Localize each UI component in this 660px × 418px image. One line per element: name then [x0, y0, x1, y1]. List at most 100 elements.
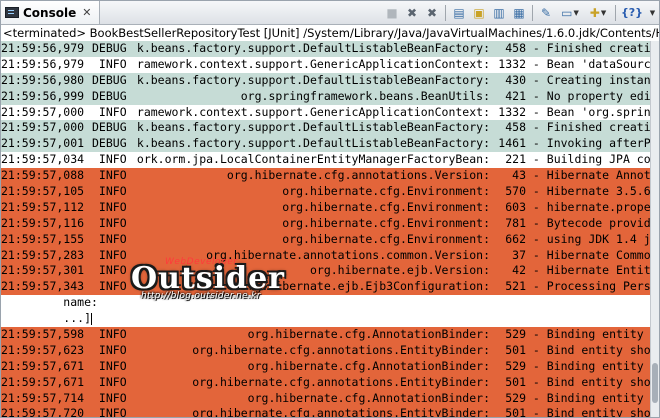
log-line-number: 501: [505, 406, 526, 417]
scrollbar-thumb[interactable]: [652, 363, 658, 403]
log-timestamp: 21:59:57,088: [1, 168, 85, 183]
log-separator: -: [526, 56, 547, 71]
log-line-number: 1461: [498, 136, 526, 151]
log-timestamp: 21:59:57,343: [1, 279, 85, 294]
log-message: Building JPA cont: [546, 152, 650, 167]
log-timestamp: 21:59:56,979: [1, 56, 85, 71]
log-timestamp: 21:59:57,000: [1, 120, 85, 135]
log-line-number: 662: [505, 231, 526, 246]
vertical-scrollbar[interactable]: [650, 41, 659, 417]
log-source-class: ork.orm.jpa.LocalContainerEntityManagerF…: [136, 152, 490, 167]
log-source-class: org.hibernate.cfg.AnnotationBinder:: [247, 358, 490, 373]
log-line: 21:59:56,979 DEBUG k.beans.factory.support…: [1, 41, 650, 57]
log-line: 21:59:57,283 INFO org.hibernate.annotatio…: [1, 247, 650, 264]
log-level: INFO: [92, 231, 127, 246]
log-line-number: 37: [512, 247, 526, 262]
scroll-lock-icon: ▣: [473, 5, 485, 20]
log-source-class: ramework.context.support.GenericApplicat…: [136, 104, 490, 119]
remove-all-terminated-button[interactable]: ✖: [423, 4, 441, 22]
console-output[interactable]: 21:59:56,979 DEBUG k.beans.factory.support…: [1, 41, 650, 417]
log-timestamp: 21:59:56,980: [1, 72, 85, 87]
log-separator: -: [526, 168, 547, 183]
terminated-process-label: <terminated> BookBestSellerRepositoryTes…: [1, 26, 659, 42]
help-button[interactable]: {?}: [620, 4, 644, 22]
log-level: INFO: [92, 152, 127, 167]
log-line: 21:59:57,671 INFO org.hibernate.cfg.Annot…: [1, 358, 650, 375]
log-source-class: k.beans.factory.support.DefaultListableB…: [136, 72, 490, 87]
console-view: Console ✕ ■ ✖ ✖ ▤ ▣ ▥ ▦ ✎ ▭ ▼ ✚ ▼ {?} ▼ …: [0, 0, 660, 418]
help-icon: {?}: [620, 6, 644, 19]
log-line-number: 501: [505, 374, 526, 389]
log-timestamp: 21:59:57,283: [1, 247, 85, 262]
log-separator: -: [526, 390, 547, 405]
pin-console-button[interactable]: ✎: [537, 4, 555, 22]
log-timestamp: 21:59:57,105: [1, 184, 85, 199]
display-console-icon: ▭: [561, 5, 573, 20]
clear-console-button[interactable]: ▤: [450, 4, 468, 22]
word-wrap-button[interactable]: ▥: [490, 4, 508, 22]
log-line: 21:59:57,343 INFO org.hibernate.ejb.Ejb3C…: [1, 279, 650, 296]
view-menu-button[interactable]: ▼: [646, 4, 658, 22]
log-message: Finished creating: [546, 120, 650, 135]
log-source-class: org.hibernate.cfg.Environment:: [282, 199, 490, 214]
log-level: INFO: [92, 184, 127, 199]
log-line: 21:59:56,999 DEBUG org.springframework.bea…: [1, 88, 650, 105]
log-separator: -: [526, 104, 547, 119]
log-separator: -: [526, 342, 547, 357]
log-line: 21:59:57,088 INFO org.hibernate.cfg.annot…: [1, 168, 650, 185]
log-timestamp: 21:59:57,671: [1, 374, 85, 389]
close-icon[interactable]: ✕: [82, 6, 91, 19]
log-source-class: org.hibernate.ejb.Ejb3Configuration:: [240, 279, 490, 294]
log-message: Hibernate Commons: [546, 247, 650, 262]
log-source-class: ramework.context.support.GenericApplicat…: [136, 56, 490, 71]
log-continuation: ...]: [1, 311, 92, 326]
log-line: 21:59:56,980 DEBUG k.beans.factory.support…: [1, 72, 650, 89]
log-level: INFO: [92, 104, 127, 119]
log-message: Hibernate Annotat: [546, 168, 650, 183]
show-console-when-output-icon: ▦: [513, 5, 525, 20]
open-console-button[interactable]: ✚ ▼: [585, 4, 611, 22]
chevron-down-icon: ▼: [649, 8, 656, 17]
remove-launch-icon: ✖: [406, 5, 418, 20]
log-line-number: 221: [505, 152, 526, 167]
remove-launch-button[interactable]: ✖: [403, 4, 421, 22]
log-line: 21:59:57,000 INFO ramework.context.suppor…: [1, 104, 650, 121]
log-line: 21:59:57,720 INFO org.hibernate.cfg.annot…: [1, 406, 650, 417]
toolbar-separator: [445, 4, 446, 21]
scroll-lock-button[interactable]: ▣: [470, 4, 488, 22]
log-level: INFO: [92, 390, 127, 405]
log-source-class: k.beans.factory.support.DefaultListableB…: [136, 41, 490, 55]
log-message: hibernate.propert: [546, 199, 650, 214]
log-timestamp: 21:59:57,155: [1, 231, 85, 246]
log-source-class: org.hibernate.cfg.AnnotationBinder:: [247, 327, 490, 342]
log-separator: -: [526, 152, 547, 167]
log-source-class: org.hibernate.cfg.annotations.EntityBind…: [192, 374, 490, 389]
log-separator: -: [526, 406, 547, 417]
log-separator: -: [526, 279, 547, 294]
log-line-number: 529: [505, 327, 526, 342]
log-level: DEBUG: [92, 88, 127, 103]
tab-label: Console: [23, 5, 77, 20]
log-message: Binding entity fr: [546, 327, 644, 342]
log-timestamp: 21:59:57,001: [1, 136, 85, 151]
display-console-button[interactable]: ▭ ▼: [557, 4, 583, 22]
terminate-button[interactable]: ■: [383, 4, 401, 22]
log-level: INFO: [92, 263, 127, 278]
log-level: DEBUG: [92, 136, 127, 151]
view-tab-bar: Console ✕ ■ ✖ ✖ ▤ ▣ ▥ ▦ ✎ ▭ ▼ ✚ ▼ {?} ▼: [1, 1, 659, 25]
log-separator: -: [526, 263, 547, 278]
log-message: Creating instance: [546, 72, 650, 87]
log-separator: -: [526, 231, 547, 246]
show-console-when-output-button[interactable]: ▦: [510, 4, 528, 22]
log-separator: -: [526, 72, 547, 87]
chevron-down-icon: ▼: [600, 8, 607, 17]
log-separator: -: [526, 41, 547, 55]
log-timestamp: 21:59:57,623: [1, 342, 85, 357]
log-source-class: org.hibernate.cfg.Environment:: [282, 215, 490, 230]
tab-console[interactable]: Console ✕: [1, 1, 101, 24]
chevron-down-icon: ▼: [573, 8, 579, 17]
log-separator: -: [526, 327, 547, 342]
log-message: Hibernate EntityM: [546, 263, 650, 278]
log-level: INFO: [92, 358, 127, 373]
remove-all-terminated-icon: ✖: [426, 5, 438, 20]
